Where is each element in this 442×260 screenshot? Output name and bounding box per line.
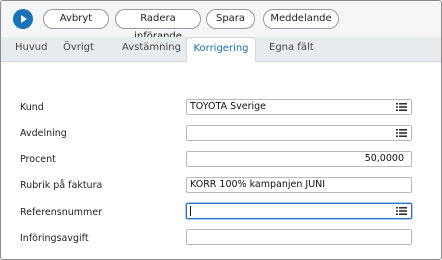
tab-bar: Huvud Övrigt Avstämning Korrigering Egna…: [1, 37, 441, 62]
department-label: Avdelning: [20, 128, 67, 139]
cancel-button[interactable]: Avbryt: [43, 9, 109, 29]
toolbar: Avbryt Radera införande Spara Meddelande: [1, 1, 441, 42]
tab-avstamning[interactable]: Avstämning: [122, 37, 181, 61]
reference-number-label: Referensnummer: [20, 207, 103, 218]
department-field[interactable]: [186, 125, 412, 141]
percent-value: 50,0000: [364, 153, 404, 164]
list-icon[interactable]: [396, 206, 407, 216]
list-icon[interactable]: [396, 128, 407, 138]
delete-entry-button[interactable]: Radera införande: [115, 9, 201, 42]
percent-label: Procent: [20, 154, 56, 165]
tab-korrigering[interactable]: Korrigering: [186, 37, 256, 62]
customer-value: TOYOTA Sverige: [190, 101, 267, 112]
text-cursor: [190, 206, 191, 216]
entry-fee-field[interactable]: [186, 229, 412, 245]
customer-field[interactable]: TOYOTA Sverige: [186, 99, 412, 115]
tab-ovrigt[interactable]: Övrigt: [63, 37, 94, 61]
reference-number-field[interactable]: [186, 203, 412, 219]
customer-label: Kund: [20, 102, 44, 113]
tab-huvud[interactable]: Huvud: [15, 37, 47, 61]
run-button[interactable]: [13, 9, 33, 29]
invoice-heading-label: Rubrik på faktura: [20, 180, 103, 191]
tab-egna-falt[interactable]: Egna fält: [269, 37, 314, 61]
play-icon: [21, 15, 27, 23]
entry-fee-label: Införingsavgift: [20, 233, 89, 244]
invoice-heading-value: KORR 100% kampanjen JUNI: [190, 179, 326, 190]
list-icon[interactable]: [396, 102, 407, 112]
percent-field[interactable]: 50,0000: [186, 151, 412, 167]
dialog-window: Avbryt Radera införande Spara Meddelande…: [0, 0, 442, 260]
invoice-heading-field[interactable]: KORR 100% kampanjen JUNI: [186, 177, 412, 193]
message-button[interactable]: Meddelande: [263, 9, 339, 29]
save-button[interactable]: Spara: [206, 9, 255, 29]
